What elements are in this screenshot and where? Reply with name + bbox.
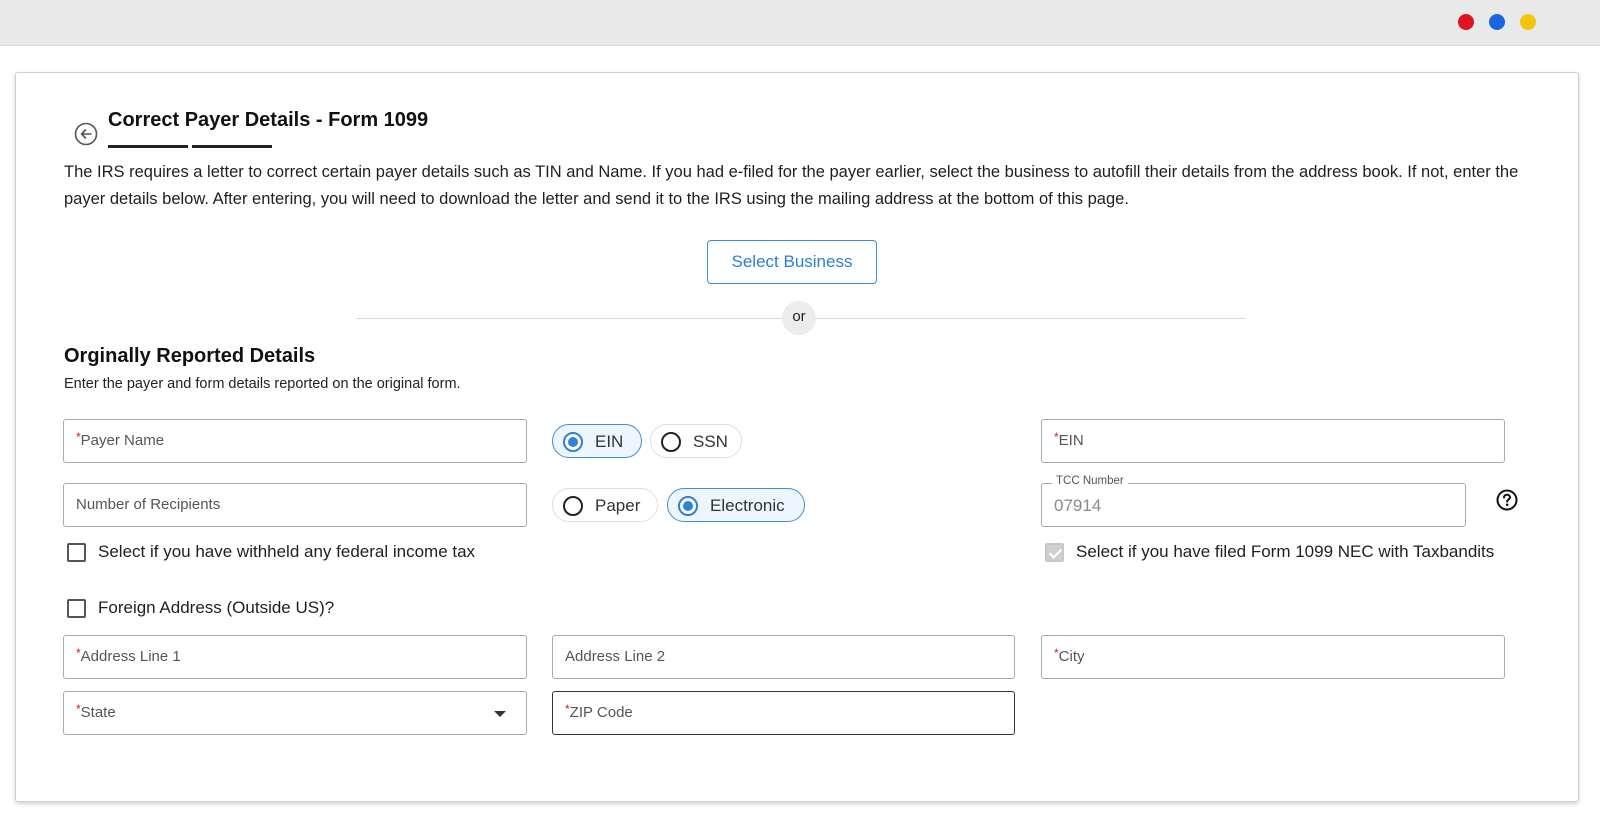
foreign-address-checkbox[interactable]	[67, 599, 86, 618]
required-marker: *	[1054, 646, 1059, 660]
city-placeholder: *City	[1054, 646, 1085, 665]
red-dot-icon	[1458, 14, 1474, 30]
required-marker: *	[565, 702, 570, 716]
section-title: Orginally Reported Details	[64, 345, 316, 367]
tcc-number-label: TCC Number	[1052, 475, 1128, 487]
ssn-radio-option[interactable]: SSN	[650, 424, 742, 458]
title-underline-right	[192, 145, 272, 148]
chevron-down-icon[interactable]	[494, 711, 506, 717]
filed-nec-label: Select if you have filed Form 1099 NEC w…	[1076, 542, 1495, 561]
number-of-recipients-input[interactable]: Number of Recipients	[63, 483, 527, 527]
tcc-number-input[interactable]: TCC Number 07914	[1041, 475, 1466, 527]
address-line-2-placeholder: Address Line 2	[565, 648, 666, 665]
blue-dot-icon	[1489, 14, 1505, 30]
paper-radio-label: Paper	[595, 496, 641, 515]
required-marker: *	[1054, 430, 1059, 444]
filed-nec-checkbox[interactable]	[1045, 543, 1064, 562]
state-select[interactable]: *State	[63, 691, 527, 735]
title-underline-left	[108, 145, 188, 148]
electronic-radio-label: Electronic	[710, 496, 785, 515]
electronic-radio-option[interactable]: Electronic	[667, 488, 805, 522]
select-business-button[interactable]: Select Business	[707, 240, 877, 284]
ssn-radio-label: SSN	[693, 432, 728, 451]
required-marker: *	[76, 646, 81, 660]
yellow-dot-icon	[1520, 14, 1536, 30]
back-arrow-icon[interactable]	[74, 122, 98, 146]
ein-radio-icon[interactable]	[563, 432, 583, 452]
city-input[interactable]: *City	[1041, 635, 1505, 679]
intro-description: The IRS requires a letter to correct cer…	[64, 163, 1519, 208]
ein-placeholder: *EIN	[1054, 430, 1084, 449]
required-marker: *	[76, 702, 81, 716]
page-title: Correct Payer Details - Form 1099	[108, 109, 429, 131]
address-line-1-input[interactable]: *Address Line 1	[63, 635, 527, 679]
or-separator: or	[782, 301, 816, 335]
payer-name-input[interactable]: *Payer Name	[63, 419, 527, 463]
form-card: Correct Payer Details - Form 1099 The IR…	[15, 72, 1579, 802]
tcc-number-value: 07914	[1054, 496, 1102, 515]
ein-input[interactable]: *EIN	[1041, 419, 1505, 463]
zip-code-placeholder: *ZIP Code	[565, 702, 633, 721]
withheld-tax-label: Select if you have withheld any federal …	[98, 542, 476, 561]
foreign-address-label: Foreign Address (Outside US)?	[98, 598, 335, 617]
window-title-bar	[0, 0, 1600, 46]
electronic-radio-icon[interactable]	[678, 496, 698, 516]
withheld-tax-checkbox[interactable]	[67, 543, 86, 562]
paper-radio-icon[interactable]	[563, 496, 583, 516]
address-line-1-placeholder: *Address Line 1	[76, 646, 181, 665]
ssn-radio-icon[interactable]	[661, 432, 681, 452]
required-marker: *	[76, 430, 81, 444]
section-subtitle: Enter the payer and form details reporte…	[64, 376, 461, 392]
paper-radio-option[interactable]: Paper	[552, 488, 658, 522]
zip-code-input[interactable]: *ZIP Code	[552, 691, 1015, 735]
payer-name-placeholder: *Payer Name	[76, 430, 165, 449]
ein-radio-option[interactable]: EIN	[552, 424, 642, 458]
address-line-2-input[interactable]: Address Line 2	[552, 635, 1015, 679]
help-question-icon[interactable]	[1496, 489, 1518, 511]
recipients-placeholder: Number of Recipients	[76, 496, 221, 513]
ein-radio-label: EIN	[595, 432, 624, 451]
state-placeholder: *State	[76, 702, 116, 721]
